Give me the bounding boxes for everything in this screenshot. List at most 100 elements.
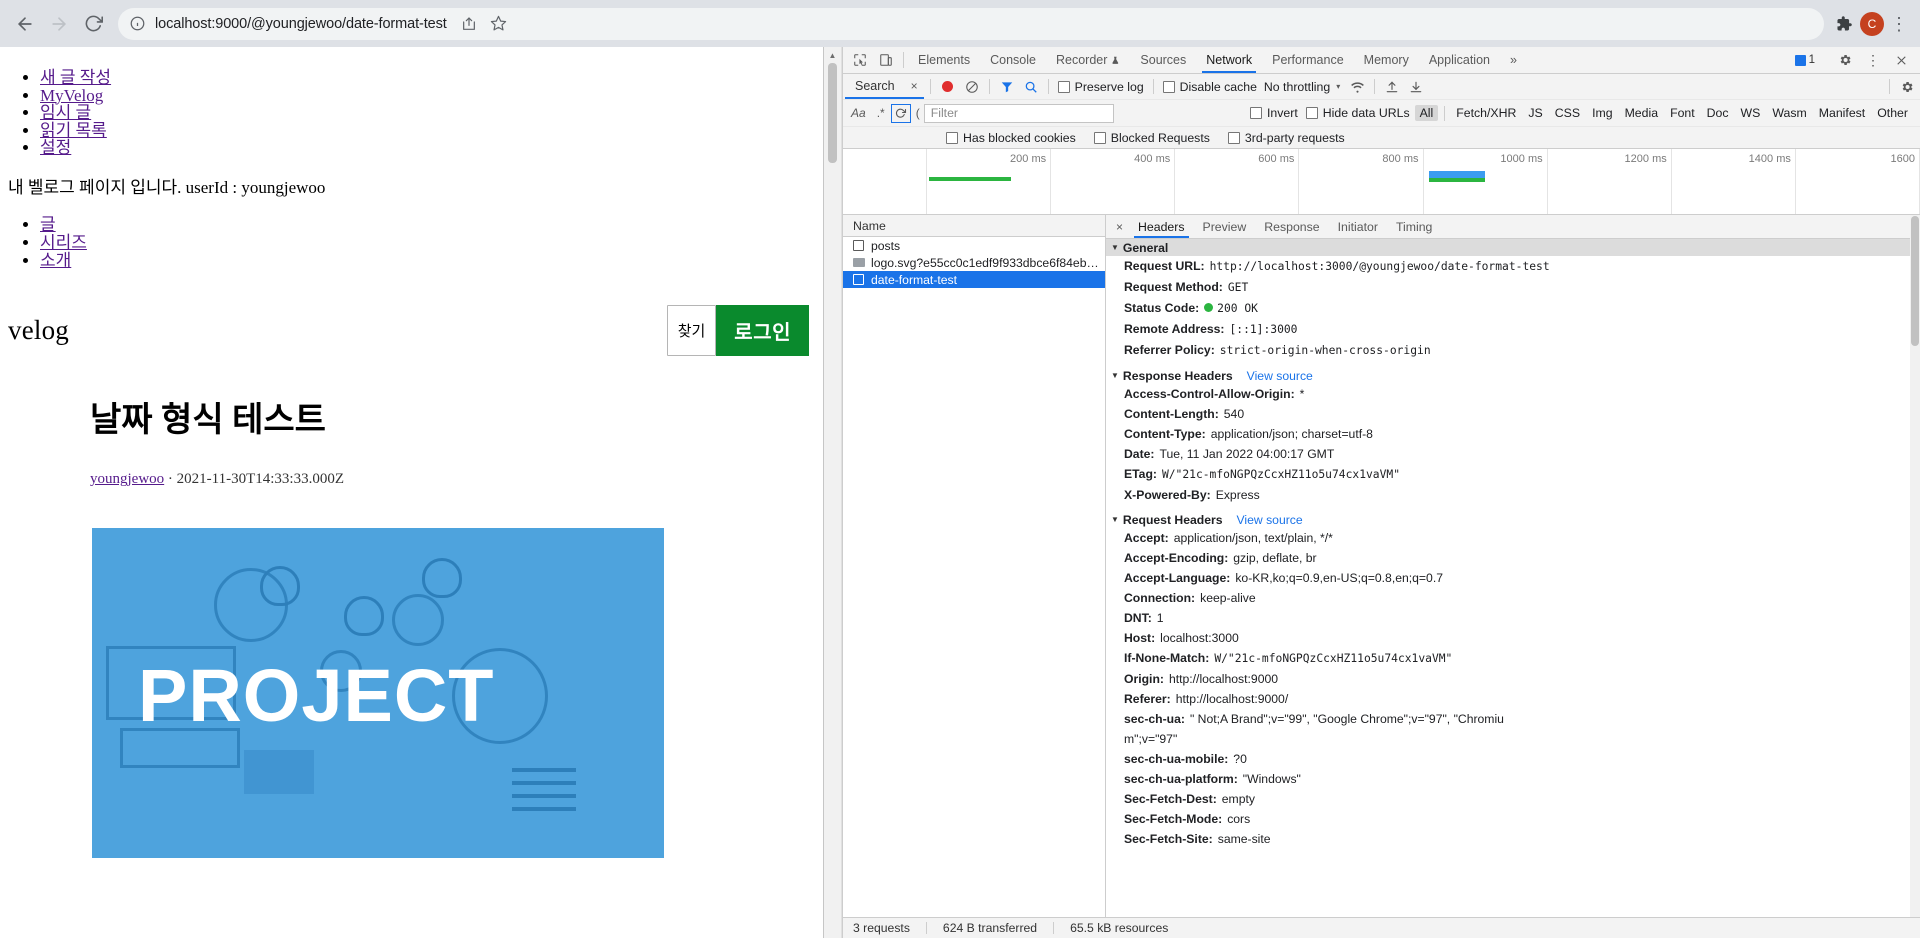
- detail-tab-headers[interactable]: Headers: [1129, 215, 1193, 238]
- throttling-select[interactable]: No throttling: [1262, 80, 1330, 94]
- filter-type-wasm[interactable]: Wasm: [1767, 105, 1811, 121]
- section-request-headers[interactable]: ▼ Request Headers View source: [1106, 511, 1910, 528]
- tab-network[interactable]: Network: [1196, 47, 1262, 73]
- filter-type-js[interactable]: JS: [1523, 105, 1547, 121]
- filter-type-fetch-xhr[interactable]: Fetch/XHR: [1451, 105, 1521, 121]
- checkbox-box[interactable]: [1057, 80, 1070, 93]
- detail-tab-preview[interactable]: Preview: [1194, 215, 1256, 238]
- page-scrollbar[interactable]: ▲: [824, 47, 842, 938]
- close-icon[interactable]: [1888, 54, 1914, 67]
- nav-link-new-post[interactable]: 새 글 작성: [40, 68, 111, 87]
- sub-link-about[interactable]: 소개: [40, 251, 71, 270]
- tab-console[interactable]: Console: [980, 47, 1046, 73]
- section-response-headers[interactable]: ▼ Response Headers View source: [1106, 367, 1910, 384]
- sub-link-series[interactable]: 시리즈: [40, 233, 87, 252]
- checkbox-box[interactable]: [1162, 80, 1175, 93]
- export-har-icon[interactable]: [1405, 80, 1427, 94]
- regex-icon[interactable]: .*: [873, 106, 889, 120]
- blocked-requests-checkbox[interactable]: Blocked Requests: [1091, 131, 1213, 145]
- record-button[interactable]: [937, 81, 959, 92]
- forward-button[interactable]: [42, 7, 76, 41]
- disable-cache-checkbox[interactable]: Disable cache: [1160, 80, 1260, 94]
- checkbox-box[interactable]: [1250, 107, 1263, 119]
- match-case-icon[interactable]: Aa: [846, 106, 871, 120]
- extensions-icon[interactable]: [1830, 10, 1858, 38]
- section-general[interactable]: ▼ General: [1106, 239, 1910, 256]
- detail-close-icon[interactable]: ×: [1110, 215, 1129, 238]
- filter-icon[interactable]: [996, 80, 1018, 94]
- search-tab[interactable]: Search ×: [845, 74, 924, 99]
- refresh-search-icon[interactable]: [890, 103, 911, 123]
- clear-icon[interactable]: [961, 80, 983, 94]
- detail-tab-initiator[interactable]: Initiator: [1329, 215, 1387, 238]
- invert-checkbox[interactable]: Invert: [1247, 106, 1301, 120]
- scrollbar-thumb[interactable]: [1911, 216, 1919, 346]
- tab-memory[interactable]: Memory: [1354, 47, 1419, 73]
- network-overview-timeline[interactable]: 200 ms 400 ms 600 ms 800 ms 1000 ms 1200…: [843, 149, 1920, 215]
- tab-performance[interactable]: Performance: [1262, 47, 1354, 73]
- velog-logo[interactable]: velog: [8, 315, 69, 346]
- devtools-menu-icon[interactable]: ⋮: [1860, 52, 1886, 69]
- tab-elements[interactable]: Elements: [908, 47, 980, 73]
- nav-link-drafts[interactable]: 임시 글: [40, 103, 91, 122]
- table-row[interactable]: posts: [843, 237, 1105, 254]
- table-row[interactable]: logo.svg?e55cc0c1edf9f933dbce6f84eb63763…: [843, 254, 1105, 271]
- column-header-name[interactable]: Name: [843, 215, 1105, 237]
- profile-avatar[interactable]: C: [1858, 10, 1886, 38]
- inspect-element-icon[interactable]: [847, 47, 873, 73]
- toggle-device-toolbar-icon[interactable]: [873, 47, 899, 73]
- has-blocked-cookies-checkbox[interactable]: Has blocked cookies: [943, 131, 1079, 145]
- search-button[interactable]: 찾기: [666, 305, 717, 357]
- third-party-requests-checkbox[interactable]: 3rd-party requests: [1225, 131, 1348, 145]
- site-info-icon[interactable]: [130, 16, 145, 31]
- sub-link-posts[interactable]: 글: [40, 215, 56, 234]
- address-bar[interactable]: localhost:9000/@youngjewoo/date-format-t…: [118, 7, 1824, 40]
- chrome-menu-icon[interactable]: ⋮: [1886, 15, 1912, 33]
- chevron-down-icon[interactable]: ▾: [1332, 82, 1344, 91]
- checkbox-box[interactable]: [1305, 107, 1318, 119]
- search-close-icon[interactable]: ×: [911, 79, 918, 93]
- checkbox-box[interactable]: [946, 131, 958, 144]
- preserve-log-checkbox[interactable]: Preserve log: [1055, 80, 1147, 94]
- filter-type-css[interactable]: CSS: [1550, 105, 1585, 121]
- checkbox-box[interactable]: [1227, 131, 1240, 144]
- scroll-up-icon[interactable]: ▲: [829, 51, 837, 60]
- share-icon[interactable]: [455, 10, 483, 38]
- search-icon[interactable]: [1020, 80, 1042, 94]
- tab-application[interactable]: Application: [1419, 47, 1500, 73]
- table-row[interactable]: date-format-test: [843, 271, 1105, 288]
- tab-sources[interactable]: Sources: [1130, 47, 1196, 73]
- reload-button[interactable]: [76, 7, 110, 41]
- message-count-badge[interactable]: 1: [1791, 54, 1819, 66]
- filter-type-all[interactable]: All: [1414, 105, 1439, 121]
- view-source-link[interactable]: View source: [1247, 369, 1313, 383]
- filter-type-other[interactable]: Other: [1872, 105, 1913, 121]
- more-tabs-icon[interactable]: »: [1500, 47, 1527, 73]
- nav-link-myvelog[interactable]: MyVelog: [40, 86, 103, 105]
- checkbox-box[interactable]: [1093, 131, 1106, 144]
- import-har-icon[interactable]: [1381, 80, 1403, 94]
- author-link[interactable]: youngjewoo: [90, 471, 164, 487]
- gear-icon[interactable]: [1832, 53, 1858, 67]
- filter-type-media[interactable]: Media: [1620, 105, 1664, 121]
- hide-data-urls-checkbox[interactable]: Hide data URLs: [1303, 106, 1413, 120]
- nav-link-settings[interactable]: 설정: [40, 138, 71, 157]
- nav-link-reading-list[interactable]: 읽기 목록: [40, 121, 107, 140]
- detail-scrollbar[interactable]: [1910, 215, 1920, 917]
- scrollbar-thumb[interactable]: [828, 63, 837, 163]
- filter-type-font[interactable]: Font: [1665, 105, 1700, 121]
- detail-tab-timing[interactable]: Timing: [1387, 215, 1441, 238]
- view-source-link[interactable]: View source: [1237, 513, 1303, 527]
- filter-type-ws[interactable]: WS: [1736, 105, 1766, 121]
- filter-type-img[interactable]: Img: [1587, 105, 1618, 121]
- detail-tab-response[interactable]: Response: [1255, 215, 1328, 238]
- network-settings-gear-icon[interactable]: [1896, 80, 1918, 94]
- back-button[interactable]: [8, 7, 42, 41]
- tab-recorder[interactable]: Recorder: [1046, 47, 1130, 73]
- filter-type-doc[interactable]: Doc: [1702, 105, 1734, 121]
- network-conditions-icon[interactable]: [1346, 79, 1368, 94]
- login-button[interactable]: 로그인: [716, 305, 809, 357]
- bookmark-star-icon[interactable]: [485, 10, 513, 38]
- filter-input[interactable]: Filter: [923, 103, 1114, 123]
- filter-type-manifest[interactable]: Manifest: [1814, 105, 1870, 121]
